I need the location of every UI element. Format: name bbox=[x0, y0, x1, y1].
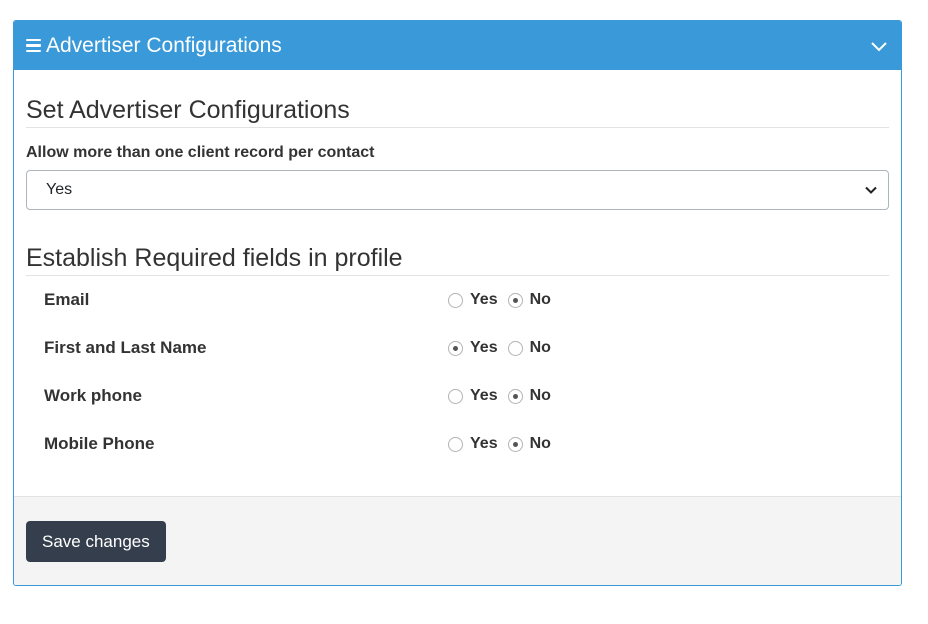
radio-label: No bbox=[529, 291, 551, 308]
radio-no[interactable]: No bbox=[507, 387, 551, 405]
radio-button[interactable] bbox=[507, 436, 523, 452]
radio-label: Yes bbox=[470, 339, 498, 356]
select-value: Yes bbox=[46, 181, 73, 198]
radio-yes[interactable]: Yes bbox=[448, 291, 498, 309]
radio-no[interactable]: No bbox=[507, 339, 551, 357]
radio-button[interactable] bbox=[507, 340, 523, 356]
chevron-down-icon bbox=[865, 186, 877, 194]
chevron-down-icon[interactable] bbox=[869, 36, 889, 56]
radio-yes[interactable]: Yes bbox=[448, 339, 498, 357]
radio-label: No bbox=[529, 339, 551, 356]
radio-selected-dot bbox=[512, 393, 518, 399]
hamburger-icon bbox=[26, 36, 41, 56]
radio-button[interactable] bbox=[448, 436, 463, 452]
required-field-row: Work phone Yes No bbox=[26, 372, 889, 420]
radio-selected-dot bbox=[512, 441, 518, 447]
radio-label: Yes bbox=[470, 435, 498, 452]
radio-button[interactable] bbox=[448, 292, 463, 308]
radio-yes[interactable]: Yes bbox=[448, 387, 498, 405]
section-title-required-fields: Establish Required fields in profile bbox=[26, 210, 889, 276]
radio-selected-dot bbox=[512, 297, 518, 303]
radio-button[interactable] bbox=[507, 292, 523, 308]
required-field-label: Mobile Phone bbox=[44, 434, 155, 453]
radio-no[interactable]: No bbox=[507, 291, 551, 309]
radio-button[interactable] bbox=[507, 388, 523, 404]
radio-label: No bbox=[529, 435, 551, 452]
radio-button[interactable] bbox=[448, 340, 463, 356]
yes-no-radio-group: Yes No bbox=[448, 339, 561, 357]
multiple-client-records-select[interactable]: Yes bbox=[26, 170, 889, 210]
required-fields-list: Email Yes No First and Last Name Yes No Work p… bbox=[26, 276, 889, 468]
radio-selected-dot bbox=[453, 345, 458, 351]
required-field-label: Work phone bbox=[44, 386, 142, 405]
panel-footer: Save changes bbox=[14, 496, 901, 585]
advertiser-config-panel: Advertiser Configurations Set Advertiser… bbox=[13, 20, 902, 586]
section-title-configurations: Set Advertiser Configurations bbox=[26, 70, 889, 128]
radio-label: Yes bbox=[470, 387, 498, 404]
required-field-row: Mobile Phone Yes No bbox=[26, 420, 889, 468]
yes-no-radio-group: Yes No bbox=[448, 435, 561, 453]
required-field-label: Email bbox=[44, 290, 90, 309]
radio-yes[interactable]: Yes bbox=[448, 435, 498, 453]
yes-no-radio-group: Yes No bbox=[448, 387, 561, 405]
panel-header[interactable]: Advertiser Configurations bbox=[14, 21, 901, 70]
panel-body: Set Advertiser Configurations Allow more… bbox=[14, 70, 901, 468]
radio-button[interactable] bbox=[448, 388, 463, 404]
required-field-row: Email Yes No bbox=[26, 276, 889, 324]
radio-label: No bbox=[529, 387, 551, 404]
radio-no[interactable]: No bbox=[507, 435, 551, 453]
radio-label: Yes bbox=[470, 291, 498, 308]
yes-no-radio-group: Yes No bbox=[448, 291, 561, 309]
required-field-row: First and Last Name Yes No bbox=[26, 324, 889, 372]
panel-title: Advertiser Configurations bbox=[46, 33, 282, 57]
required-field-label: First and Last Name bbox=[44, 338, 207, 357]
field-label-multiple-client-records: Allow more than one client record per co… bbox=[26, 144, 375, 161]
save-changes-button[interactable]: Save changes bbox=[26, 521, 166, 562]
